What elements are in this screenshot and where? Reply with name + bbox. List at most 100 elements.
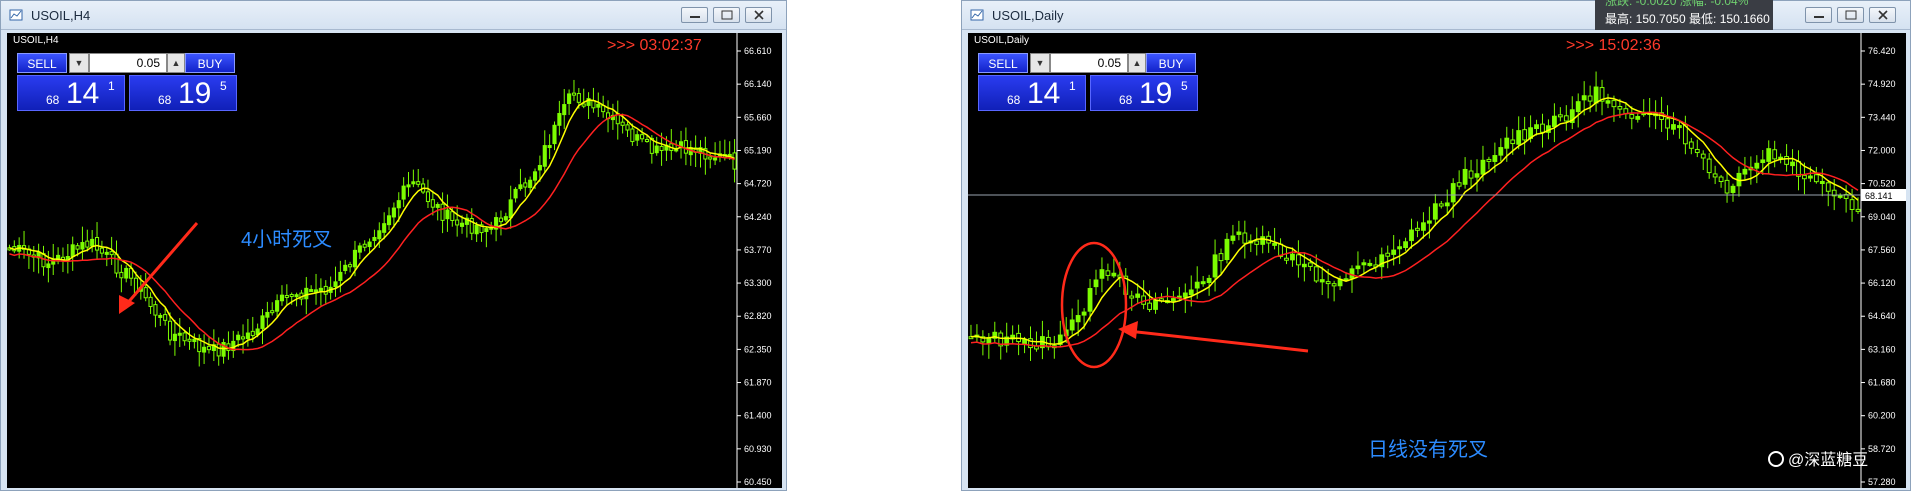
candle-body (362, 243, 367, 248)
price-fraction: 5 (220, 79, 227, 93)
maximize-button[interactable] (1837, 7, 1864, 23)
candle-body (1468, 170, 1474, 179)
candle-body (640, 134, 645, 140)
candle-body (85, 240, 90, 248)
candle-body (386, 215, 392, 226)
close-icon (754, 10, 764, 20)
candle-body (1331, 283, 1337, 287)
candle-body (304, 287, 309, 300)
candle-body (1563, 115, 1569, 122)
price-chart[interactable]: 66.610 66.140 65.660 65.190 64.720 64.240 63.7… (7, 33, 782, 488)
one-click-trading-panel: SELL ▼ 0.05 ▲ BUY 68 14 1 68 19 5 (17, 53, 237, 111)
sell-price-box[interactable]: 68 14 1 (978, 75, 1086, 111)
candle-body (430, 199, 435, 208)
candle-body (425, 191, 431, 203)
candle-body (1397, 246, 1403, 250)
candle-body (357, 245, 362, 253)
candle-body (1385, 252, 1391, 257)
candle-body (1415, 227, 1420, 231)
candle-body (1421, 222, 1426, 231)
candle-body (1444, 202, 1450, 207)
candle-body (1242, 232, 1248, 244)
candle-body (1188, 289, 1194, 296)
sell-button[interactable]: SELL (17, 53, 67, 73)
volume-input[interactable]: 0.05 (1050, 53, 1128, 73)
ma-slow-line (9, 113, 735, 351)
price-chart[interactable]: 76.420 74.920 73.440 72.000 70.520 69.040 67.5… (968, 33, 1906, 488)
candle-body (1426, 220, 1432, 224)
tooltip-change: 涨跌: -0.0020 涨幅: -0.04% (1605, 0, 1749, 8)
candle-body (1260, 236, 1266, 245)
candle-body (528, 179, 533, 188)
candle-body (1016, 332, 1022, 343)
candle-body (1325, 281, 1331, 285)
candle-body (1087, 287, 1093, 312)
close-button[interactable] (1869, 7, 1896, 23)
price-pips: 19 (178, 77, 212, 110)
candle-body (1605, 100, 1611, 104)
price-pips: 14 (66, 77, 100, 110)
candle-body (284, 295, 289, 299)
candle-body (1212, 254, 1218, 278)
candle-body (265, 311, 270, 318)
buy-button[interactable]: BUY (185, 53, 235, 73)
sell-button[interactable]: SELL (978, 53, 1028, 73)
annotation-arrow (1127, 329, 1309, 353)
maximize-button[interactable] (713, 7, 740, 23)
candle-body (367, 241, 372, 248)
price-axis-label: 69.040 (1868, 212, 1896, 222)
candle-body (202, 346, 207, 353)
volume-step-button[interactable]: ▲ (167, 53, 185, 73)
candle-body (1218, 253, 1224, 262)
candle-body (571, 92, 577, 96)
candle-body (411, 181, 416, 185)
volume-dropdown-button[interactable]: ▼ (1030, 53, 1050, 73)
candle-body (1504, 137, 1510, 149)
price-fraction: 1 (1069, 79, 1076, 93)
price-prefix: 68 (46, 93, 60, 107)
volume-step-button[interactable]: ▲ (1128, 53, 1146, 73)
candle-body (348, 264, 353, 268)
candle-body (70, 244, 75, 258)
candle-body (459, 222, 465, 227)
candle-body (1718, 176, 1724, 182)
candle-body (1290, 253, 1295, 261)
minimize-button[interactable] (1805, 7, 1832, 23)
candle-body (148, 296, 153, 307)
candle-body (1516, 130, 1522, 145)
volume-input[interactable]: 0.05 (89, 53, 167, 73)
sell-price-box[interactable]: 68 14 1 (17, 75, 125, 111)
candle-body (1301, 263, 1307, 268)
candle-body (114, 253, 119, 274)
candle-body (206, 345, 212, 351)
candle-body (1784, 156, 1789, 165)
buy-button[interactable]: BUY (1146, 53, 1196, 73)
chart-window-h4: USOIL,H4 66.610 66.140 65.660 65.190 64.720 6… (0, 0, 787, 491)
candle-body (1081, 311, 1087, 316)
ma-fast-line (9, 99, 735, 350)
candle-body (576, 93, 581, 103)
candle-body (75, 245, 80, 250)
chart-symbol-label: USOIL,Daily (974, 35, 1030, 46)
window-titlebar[interactable]: USOIL,H4 (1, 1, 786, 30)
buy-price-box[interactable]: 68 19 5 (129, 75, 237, 111)
candle-body (440, 203, 445, 221)
candle-body (1700, 153, 1706, 159)
candle-body (518, 184, 523, 190)
minimize-button[interactable] (681, 7, 708, 23)
candle-body (1742, 168, 1748, 175)
candle-body (1712, 173, 1718, 178)
candle-body (313, 289, 319, 293)
candle-body (708, 156, 713, 160)
buy-price-box[interactable]: 68 19 5 (1090, 75, 1198, 111)
minimize-icon (1814, 16, 1824, 18)
candle-body (644, 139, 650, 143)
price-tooltip: 涨跌: -0.0020 涨幅: -0.04% 最高: 150.7050 最低: … (1595, 0, 1773, 30)
price-prefix: 68 (1007, 93, 1021, 107)
price-axis-label: 60.930 (744, 444, 772, 454)
volume-dropdown-button[interactable]: ▼ (69, 53, 89, 73)
close-button[interactable] (745, 7, 772, 23)
candle-body (1694, 148, 1700, 154)
no-death-cross-annotation: 日线没有死叉 (1368, 439, 1488, 461)
candle-body (109, 251, 114, 256)
